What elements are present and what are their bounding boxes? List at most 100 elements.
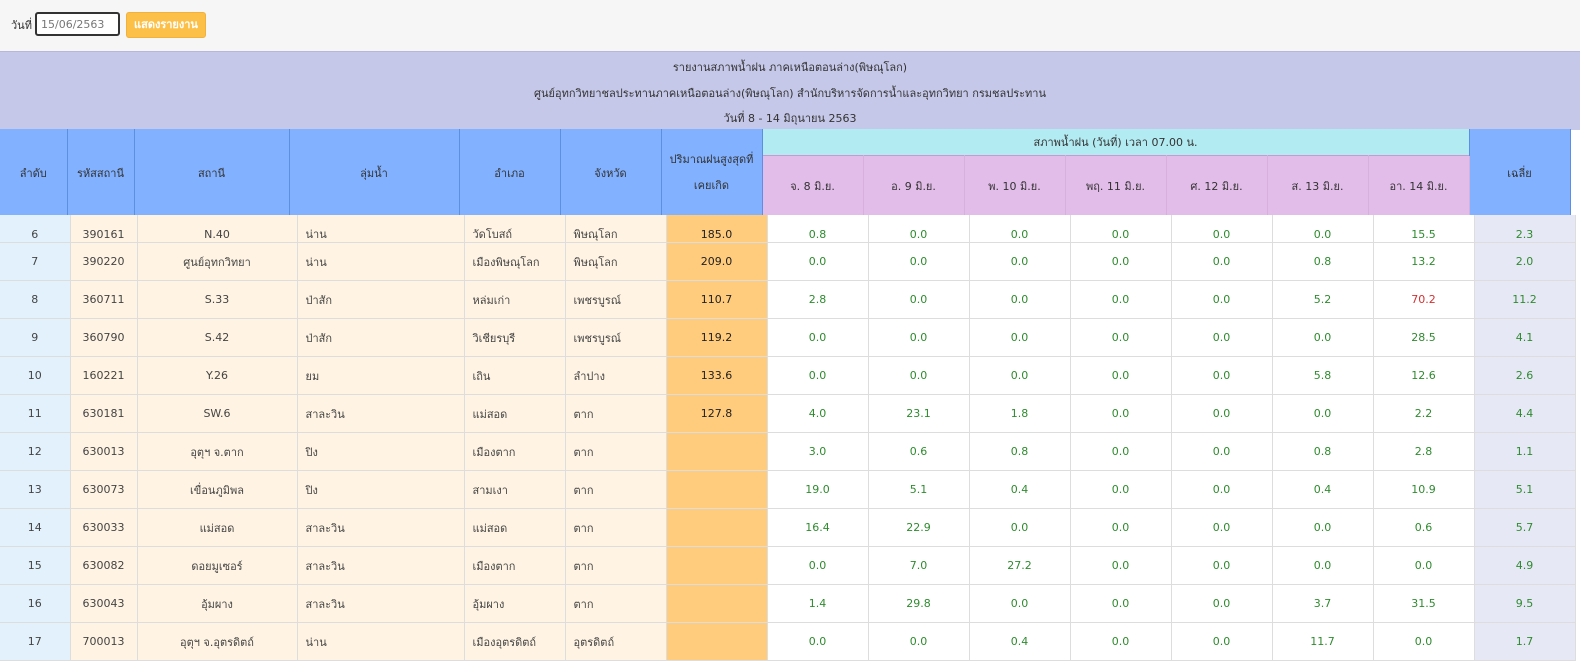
report-title: รายงานสภาพน้ำฝน ภาคเหนือตอนล่าง(พิษณุโลก… <box>672 61 908 74</box>
district-cell: วัดโบสถ์ <box>464 215 566 243</box>
rain-value-cell: 0.0 <box>868 242 970 281</box>
province-cell: ตาก <box>565 394 667 433</box>
station-code-cell: 360711 <box>70 280 138 319</box>
avg-cell: 2.6 <box>1474 356 1576 395</box>
station-name-cell: ดอยมูเซอร์ <box>137 546 298 585</box>
rain-value-cell: 0.0 <box>1272 215 1374 243</box>
rain-value-cell: 0.0 <box>868 280 970 319</box>
rain-value-cell: 0.0 <box>1171 280 1273 319</box>
rain-value-cell: 0.0 <box>1070 432 1172 471</box>
seq-cell: 12 <box>0 432 71 471</box>
avg-cell: 2.3 <box>1474 215 1576 243</box>
rain-value-cell: 2.8 <box>767 280 869 319</box>
province-cell: พิษณุโลก <box>565 215 667 243</box>
col-day-header: อ. 9 มิ.ย. <box>863 155 965 216</box>
col-day-header: พ. 10 มิ.ย. <box>964 155 1066 216</box>
rain-value-cell: 0.0 <box>1070 356 1172 395</box>
station-name-cell: อุ้มผาง <box>137 584 298 623</box>
rain-value-cell: 0.0 <box>969 508 1071 547</box>
rain-value-cell: 0.0 <box>868 356 970 395</box>
province-cell: ลำปาง <box>565 356 667 395</box>
rain-value-cell: 0.0 <box>1171 432 1273 471</box>
col-max-rain-line2: เคยเกิด <box>693 178 730 192</box>
report-title-box: รายงานสภาพน้ำฝน ภาคเหนือตอนล่าง(พิษณุโลก… <box>0 51 1580 130</box>
rain-value-cell: 0.0 <box>767 318 869 357</box>
table-row: 16 630043 อุ้มผาง สาละวิน อุ้มผาง ตาก 1.4 29.8 0… <box>0 584 1576 623</box>
rain-value-cell: 5.1 <box>868 470 970 509</box>
station-name-cell: เขื่อนภูมิพล <box>137 470 298 509</box>
rain-value-cell: 0.0 <box>868 215 970 243</box>
basin-cell: สาละวิน <box>297 394 465 433</box>
station-code-cell: 630033 <box>70 508 138 547</box>
rain-value-cell: 16.4 <box>767 508 869 547</box>
col-basin-header: ลุ่มน้ำ <box>289 129 460 216</box>
rain-value-cell: 0.0 <box>767 622 869 661</box>
rain-value-cell: 3.7 <box>1272 584 1374 623</box>
seq-cell: 10 <box>0 356 71 395</box>
rain-value-cell: 29.8 <box>868 584 970 623</box>
avg-cell: 4.1 <box>1474 318 1576 357</box>
rain-value-cell: 23.1 <box>868 394 970 433</box>
rain-value-cell: 0.0 <box>1070 215 1172 243</box>
max-rain-cell: 133.6 <box>666 356 768 395</box>
rain-value-cell: 0.8 <box>767 215 869 243</box>
seq-cell: 11 <box>0 394 71 433</box>
filter-bar: วันที่ แสดงรายงาน <box>0 0 1580 51</box>
col-code-header: รหัสสถานี <box>67 129 135 216</box>
rain-value-cell: 0.0 <box>1171 508 1273 547</box>
max-rain-cell: 209.0 <box>666 242 768 281</box>
rain-value-cell: 5.8 <box>1272 356 1374 395</box>
basin-cell: ป่าสัก <box>297 280 465 319</box>
col-max-rain-line1: ปริมาณฝนสูงสุดที่ <box>669 152 754 166</box>
rain-value-cell: 0.0 <box>1171 470 1273 509</box>
district-cell: เมืองตาก <box>464 546 566 585</box>
rain-value-cell: 0.0 <box>1171 318 1273 357</box>
rain-value-cell: 1.8 <box>969 394 1071 433</box>
rain-value-cell: 0.0 <box>767 356 869 395</box>
table-row: 13 630073 เขื่อนภูมิพล ปิง สามเงา ตาก 19.0 5.1 0… <box>0 470 1576 509</box>
col-max-rain-header: ปริมาณฝนสูงสุดที่ เคยเกิด <box>661 129 763 216</box>
station-name-cell: อุตุฯ จ.อุตรดิตถ์ <box>137 622 298 661</box>
rain-value-cell: 0.0 <box>1070 546 1172 585</box>
district-cell: เมืองอุตรดิตถ์ <box>464 622 566 661</box>
province-cell: อุตรดิตถ์ <box>565 622 667 661</box>
rain-value-cell: 0.0 <box>1070 318 1172 357</box>
seq-cell: 17 <box>0 622 71 661</box>
max-rain-cell: 127.8 <box>666 394 768 433</box>
seq-cell: 14 <box>0 508 71 547</box>
station-code-cell: 390220 <box>70 242 138 281</box>
district-cell: แม่สอด <box>464 394 566 433</box>
rain-value-cell: 0.0 <box>767 242 869 281</box>
avg-cell: 11.2 <box>1474 280 1576 319</box>
max-rain-cell: 119.2 <box>666 318 768 357</box>
col-day-header: อา. 14 มิ.ย. <box>1368 155 1470 216</box>
table-row: 8 360711 S.33 ป่าสัก หล่มเก่า เพชรบูรณ์ 110.7 2… <box>0 280 1576 319</box>
district-cell: วิเชียรบุรี <box>464 318 566 357</box>
rain-value-cell: 2.8 <box>1373 432 1475 471</box>
table-row: 11 630181 SW.6 สาละวิน แม่สอด ตาก 127.8 4.0 23.1… <box>0 394 1576 433</box>
avg-cell: 5.1 <box>1474 470 1576 509</box>
max-rain-cell <box>666 546 768 585</box>
station-code-cell: 630082 <box>70 546 138 585</box>
col-province-header: จังหวัด <box>560 129 662 216</box>
max-rain-cell: 185.0 <box>666 215 768 243</box>
province-cell: ตาก <box>565 546 667 585</box>
rain-value-cell: 0.0 <box>1272 546 1374 585</box>
date-input[interactable] <box>35 12 120 36</box>
station-name-cell: SW.6 <box>137 394 298 433</box>
rain-value-cell: 0.0 <box>1070 470 1172 509</box>
rain-value-cell: 2.2 <box>1373 394 1475 433</box>
show-report-button[interactable]: แสดงรายงาน <box>126 12 206 38</box>
rain-value-cell: 0.0 <box>868 622 970 661</box>
rain-value-cell: 0.8 <box>969 432 1071 471</box>
district-cell: เถิน <box>464 356 566 395</box>
rain-value-cell: 0.0 <box>969 280 1071 319</box>
avg-cell: 9.5 <box>1474 584 1576 623</box>
basin-cell: ยม <box>297 356 465 395</box>
rain-value-cell: 0.0 <box>1171 215 1273 243</box>
table-row: 17 700013 อุตุฯ จ.อุตรดิตถ์ น่าน เมืองอุตรดิ… <box>0 622 1576 661</box>
col-day-header: จ. 8 มิ.ย. <box>762 155 864 216</box>
avg-cell: 5.7 <box>1474 508 1576 547</box>
rain-value-cell: 7.0 <box>868 546 970 585</box>
report-subtitle: ศูนย์อุทกวิทยาชลประทานภาคเหนือตอนล่าง(พิ… <box>534 87 1046 100</box>
